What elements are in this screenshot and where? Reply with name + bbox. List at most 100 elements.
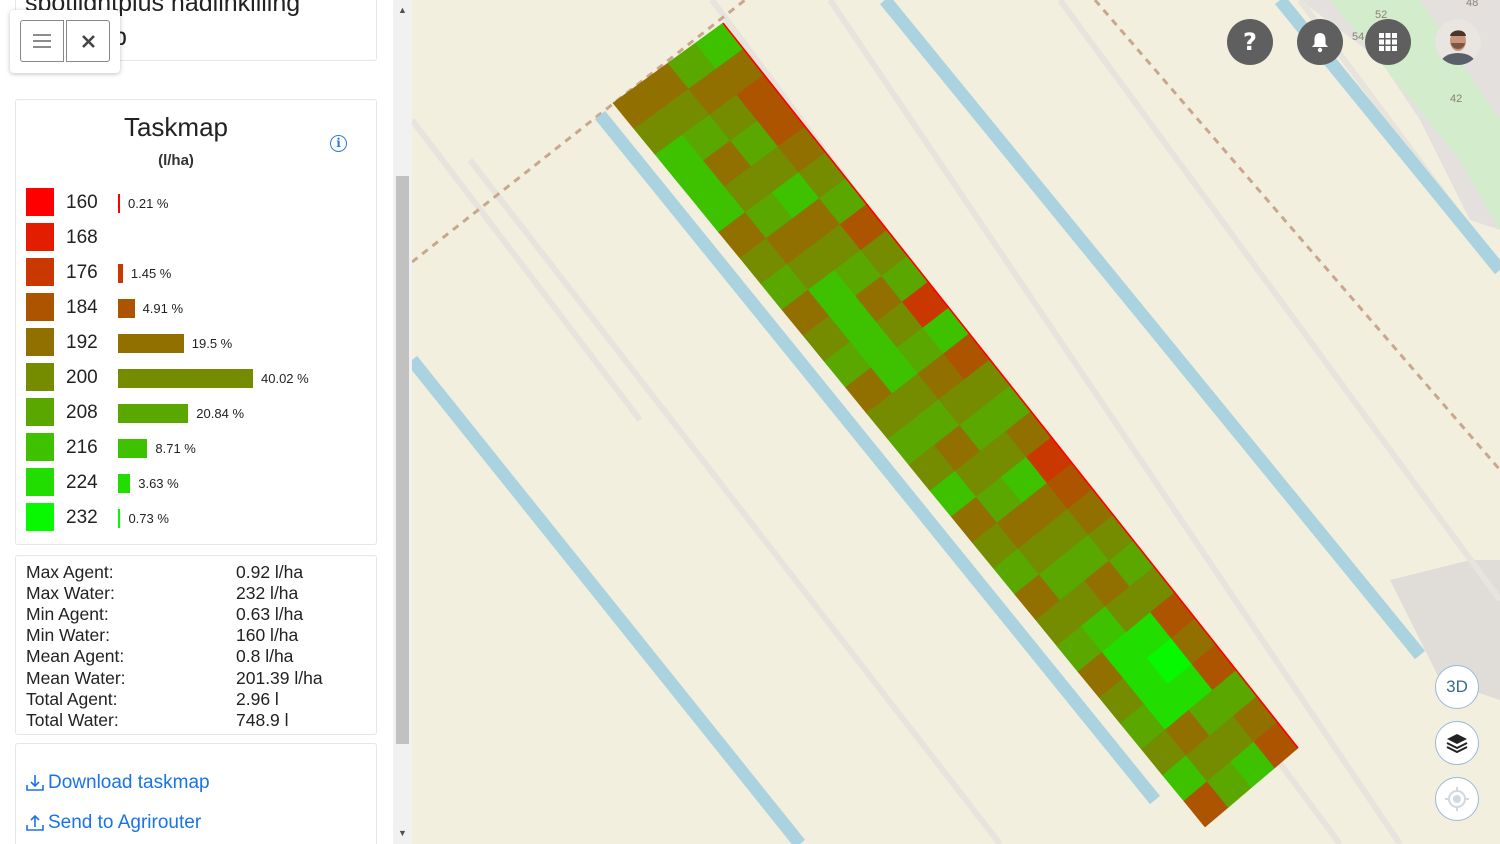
upload-icon (26, 814, 44, 831)
legend-bar (118, 299, 135, 318)
locate-button[interactable] (1435, 777, 1479, 821)
legend-swatch (26, 223, 54, 251)
legend-row: 208 20.84 % (26, 398, 366, 426)
stat-row: Mean Water: 201.39 l/ha (26, 668, 366, 689)
legend-row: 176 1.45 % (26, 258, 366, 286)
stat-value: 0.63 l/ha (236, 604, 304, 625)
legend-value: 168 (66, 227, 98, 248)
legend-card: Taskmap (l/ha) i 160 0.21 % 168 176 1.45 % 18… (15, 99, 377, 545)
notifications-button[interactable] (1297, 19, 1343, 65)
avatar-image (1435, 19, 1481, 65)
actions-card: Download taskmap Send to Agrirouter (15, 743, 377, 844)
stat-value: 232 l/ha (236, 583, 299, 604)
close-icon (81, 34, 95, 48)
stat-row: Max Water: 232 l/ha (26, 583, 366, 604)
legend-row: 224 3.63 % (26, 468, 366, 496)
apps-button[interactable] (1365, 19, 1411, 65)
legend-value: 224 (66, 472, 98, 493)
user-avatar[interactable] (1435, 19, 1481, 65)
house-number: 42 (1450, 93, 1462, 105)
legend-percent: 3.63 % (138, 476, 179, 491)
stat-row: Total Agent: 2.96 l (26, 689, 366, 710)
layers-button[interactable] (1435, 721, 1479, 765)
legend-value: 192 (66, 332, 98, 353)
legend-bar (118, 369, 253, 388)
scroll-up-arrow[interactable]: ▲ (393, 2, 412, 19)
legend-percent: 19.5 % (191, 336, 233, 351)
info-icon[interactable]: i (330, 135, 347, 152)
legend-value: 200 (66, 367, 98, 388)
legend-swatch (26, 328, 54, 356)
stat-value: 0.92 l/ha (236, 562, 304, 582)
legend-swatch (26, 188, 54, 216)
legend-bar (118, 439, 148, 458)
side-panel: spotlightplus nadilnkillingp Taskmap (l/… (0, 0, 393, 844)
legend-swatch (26, 433, 54, 461)
stat-row: Min Water: 160 l/ha (26, 625, 366, 646)
panel-scrollbar[interactable]: ▲ ▼ (393, 0, 412, 844)
map-canvas[interactable]: 52 54 42 48 (412, 0, 1500, 844)
stat-row: Total Water: 748.9 l (26, 710, 366, 731)
stat-label: Mean Agent: (26, 646, 125, 667)
legend-row: 160 0.21 % (26, 188, 366, 216)
stat-value: 748.9 l (236, 709, 289, 730)
legend-swatch (26, 293, 54, 321)
legend-row: 200 40.02 % (26, 363, 366, 391)
help-button[interactable]: ? (1227, 19, 1273, 65)
stat-label: Max Water: (26, 583, 115, 604)
scroll-thumb[interactable] (396, 176, 409, 744)
locate-icon (1445, 787, 1469, 811)
hamburger-icon (33, 34, 51, 48)
download-taskmap-link[interactable]: Download taskmap (25, 772, 210, 794)
legend-row: 168 (26, 223, 366, 251)
legend-bar (118, 264, 123, 283)
legend-percent: 0.21 % (128, 196, 169, 211)
house-number: 54 (1352, 31, 1364, 43)
legend-bar (118, 404, 189, 423)
stats-card: Max Agent: 0.92 l/ha Max Water: 232 l/ha Min… (15, 555, 377, 735)
legend-unit: (l/ha) (158, 152, 194, 169)
stat-row: Mean Agent: 0.8 l/ha (26, 646, 366, 667)
stat-value: 0.8 l/ha (236, 646, 294, 667)
close-panel-button[interactable] (66, 20, 110, 62)
legend-swatch (26, 258, 54, 286)
stat-value: 160 l/ha (236, 625, 299, 646)
bell-icon (1312, 33, 1328, 53)
panel-toggle-group (10, 10, 120, 73)
stat-label: Min Agent: (26, 604, 109, 625)
legend-bar (118, 474, 131, 493)
stat-label: Total Agent: (26, 688, 118, 709)
3d-toggle-button[interactable]: 3D (1435, 665, 1479, 709)
question-icon: ? (1243, 28, 1257, 56)
legend-value: 176 (66, 262, 98, 283)
legend-value: 208 (66, 402, 98, 423)
legend-row: 216 8.71 % (26, 433, 366, 461)
3d-label: 3D (1446, 677, 1468, 696)
scroll-down-arrow[interactable]: ▼ (393, 825, 412, 842)
legend-percent: 8.71 % (155, 441, 196, 456)
send-agrirouter-label: Send to Agrirouter (48, 812, 202, 833)
stat-row: Max Agent: 0.92 l/ha (26, 562, 366, 583)
legend-row: 184 4.91 % (26, 293, 366, 321)
legend-row: 192 19.5 % (26, 328, 366, 356)
send-agrirouter-link[interactable]: Send to Agrirouter (25, 812, 201, 834)
legend-value: 232 (66, 507, 98, 528)
legend-percent: 20.84 % (196, 406, 244, 421)
download-icon (26, 775, 44, 791)
legend-percent: 0.73 % (128, 511, 169, 526)
stat-row: Min Agent: 0.63 l/ha (26, 604, 366, 625)
stat-label: Min Water: (26, 625, 110, 646)
stat-label: Mean Water: (26, 667, 126, 688)
download-taskmap-label: Download taskmap (48, 772, 210, 793)
map-view[interactable]: 52 54 42 48 (412, 0, 1500, 844)
legend-bar (118, 194, 120, 213)
stat-label: Total Water: (26, 709, 119, 730)
legend-row: 232 0.73 % (26, 503, 366, 531)
stat-value: 2.96 l (236, 688, 279, 709)
legend-percent: 4.91 % (142, 301, 184, 316)
legend-swatch (26, 503, 54, 531)
menu-button[interactable] (20, 20, 64, 62)
legend-swatch (26, 468, 54, 496)
layers-icon (1446, 734, 1468, 753)
legend-swatch (26, 398, 54, 426)
